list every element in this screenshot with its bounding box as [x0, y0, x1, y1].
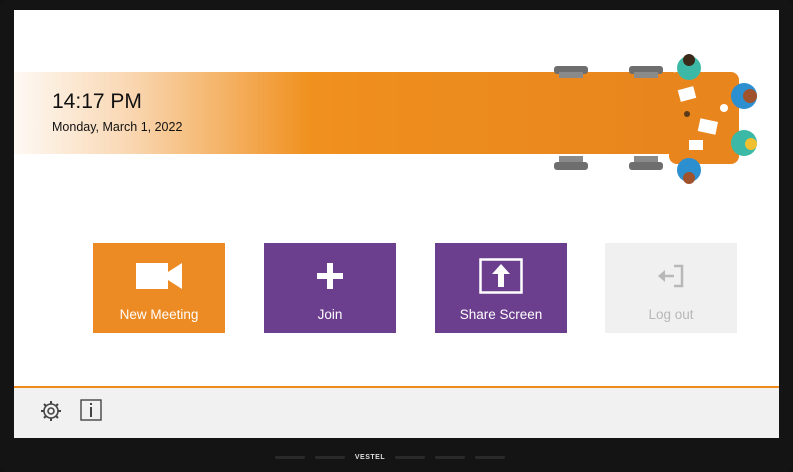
video-camera-icon — [93, 257, 225, 295]
share-screen-label: Share Screen — [459, 307, 543, 322]
strip-mark — [274, 455, 305, 459]
current-date: Monday, March 1, 2022 — [52, 120, 183, 134]
log-out-button[interactable]: Log out — [605, 243, 737, 333]
join-button[interactable]: Join — [264, 243, 396, 333]
share-screen-button[interactable]: Share Screen — [435, 243, 567, 333]
gear-icon[interactable] — [40, 400, 62, 422]
footer-bar — [14, 388, 779, 438]
new-meeting-label: New Meeting — [119, 307, 199, 322]
strip-mark — [395, 455, 426, 459]
log-out-icon — [605, 257, 737, 295]
strip-mark — [435, 455, 466, 459]
new-meeting-button[interactable]: New Meeting — [93, 243, 225, 333]
strip-mark — [314, 455, 345, 459]
log-out-label: Log out — [648, 307, 694, 322]
meeting-table-illustration — [554, 54, 757, 184]
plus-icon — [264, 257, 396, 295]
share-screen-icon — [435, 257, 567, 295]
home-screen: 14:17 PM Monday, March 1, 2022 New Meeti… — [14, 10, 779, 438]
current-time: 14:17 PM — [52, 90, 142, 113]
strip-mark — [475, 455, 506, 459]
join-label: Join — [317, 307, 343, 322]
device-bottom-strip: VESTEL — [120, 450, 660, 464]
brand-logo: VESTEL — [354, 453, 386, 461]
info-icon[interactable] — [80, 399, 102, 421]
